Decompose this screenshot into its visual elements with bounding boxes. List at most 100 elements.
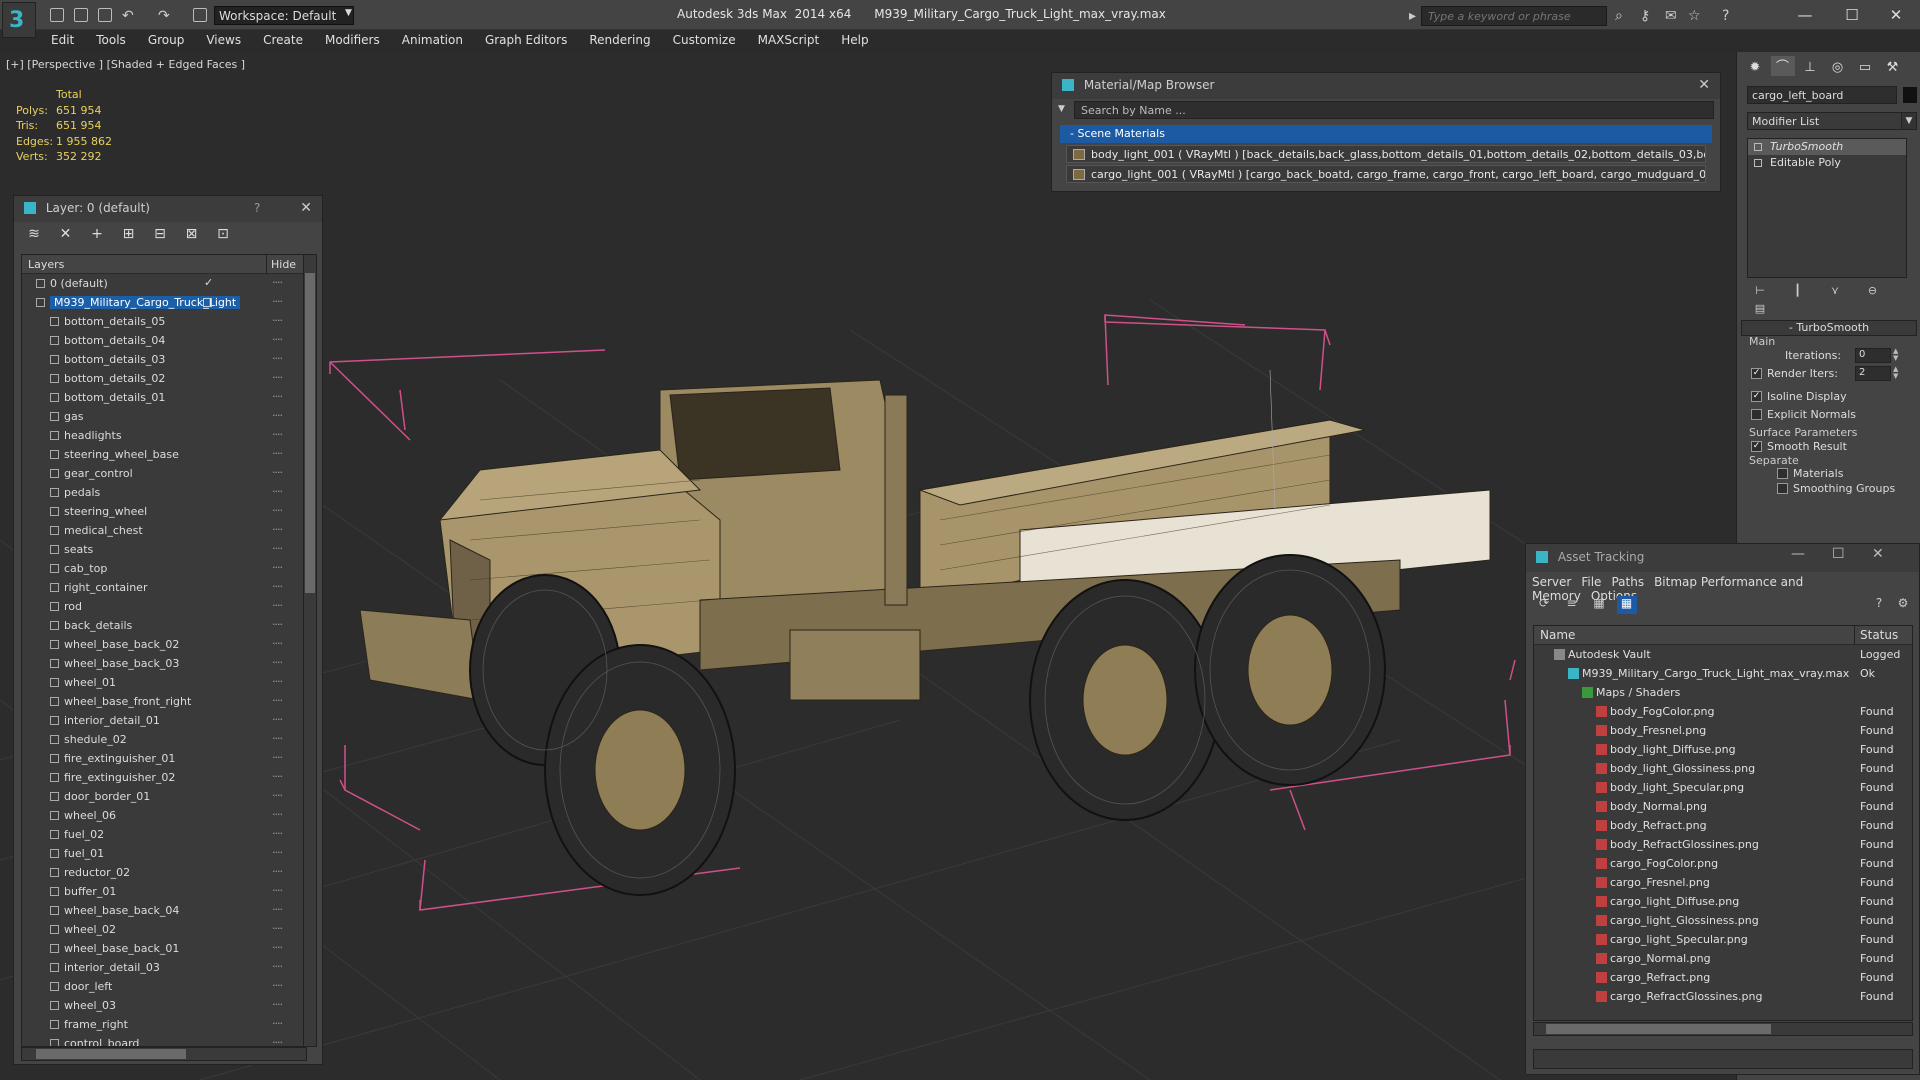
layer-row[interactable]: wheel_03 ···· [22, 996, 306, 1015]
iterations-spinner[interactable]: 0 [1855, 348, 1891, 363]
asset-row[interactable]: M939_Military_Cargo_Truck_Light_max_vray… [1534, 664, 1912, 683]
hide-toggle-icon[interactable]: ···· [272, 960, 283, 973]
workspace-dropdown[interactable]: Workspace: Default [214, 6, 354, 25]
asset-row[interactable]: cargo_Refract.png Found [1534, 968, 1912, 987]
layer-row[interactable]: back_details ···· [22, 616, 306, 635]
explicit-normals-checkbox[interactable] [1751, 409, 1762, 420]
maximize-button[interactable]: ☐ [1832, 3, 1872, 27]
layer-row[interactable]: fire_extinguisher_02 ···· [22, 768, 306, 787]
hide-toggle-icon[interactable]: ···· [272, 542, 283, 555]
layer-row[interactable]: reductor_02 ···· [22, 863, 306, 882]
layer-row[interactable]: medical_chest ···· [22, 521, 306, 540]
layer-row[interactable]: 0 (default) ✓ ···· [22, 274, 306, 293]
scrollbar-thumb[interactable] [305, 273, 315, 593]
viewport-label[interactable]: [+] [Perspective ] [Shaded + Edged Faces… [6, 58, 245, 71]
layer-row[interactable]: wheel_base_front_right ···· [22, 692, 306, 711]
menu-modifiers[interactable]: Modifiers [314, 31, 391, 49]
options-menu-icon[interactable]: ▼ [1058, 104, 1065, 114]
hide-toggle-icon[interactable]: ···· [272, 561, 283, 574]
hide-toggle-icon[interactable]: ···· [272, 409, 283, 422]
hide-toggle-icon[interactable]: ···· [272, 580, 283, 593]
menu-tools[interactable]: Tools [85, 31, 137, 49]
asset-tracking-titlebar[interactable]: Asset Tracking — ☐ ✕ [1526, 544, 1919, 572]
hide-toggle-icon[interactable]: ···· [272, 808, 283, 821]
layer-row[interactable]: wheel_base_back_01 ···· [22, 939, 306, 958]
layer-stack-icon[interactable]: ≋ [22, 226, 46, 246]
hide-toggle-icon[interactable]: ···· [272, 903, 283, 916]
asset-row[interactable]: body_light_Diffuse.png Found [1534, 740, 1912, 759]
hide-toggle-icon[interactable]: ···· [272, 713, 283, 726]
layer-row[interactable]: bottom_details_02 ···· [22, 369, 306, 388]
table-view-icon[interactable]: ▦ [1589, 596, 1609, 614]
set-current-layer-icon[interactable] [203, 298, 212, 307]
binoculars-icon[interactable]: ⌕ [1615, 8, 1623, 24]
asset-row[interactable]: Autodesk Vault Logged [1534, 645, 1912, 664]
add-layer-icon[interactable]: + [85, 226, 109, 246]
help-icon[interactable]: ? [1869, 596, 1889, 614]
select-objects-icon[interactable]: ⊟ [148, 226, 172, 246]
material-browser-titlebar[interactable]: Material/Map Browser ✕ [1052, 73, 1720, 99]
asset-row[interactable]: cargo_Fresnel.png Found [1534, 873, 1912, 892]
asset-row[interactable]: body_Refract.png Found [1534, 816, 1912, 835]
expand-icon[interactable] [1754, 159, 1762, 167]
hide-toggle-icon[interactable]: ···· [272, 922, 283, 935]
close-button[interactable]: ✕ [1876, 3, 1916, 27]
hide-toggle-icon[interactable]: ···· [272, 371, 283, 384]
hide-toggle-icon[interactable]: ···· [272, 295, 283, 308]
hide-toggle-icon[interactable]: ···· [272, 732, 283, 745]
hide-toggle-icon[interactable]: ···· [272, 276, 283, 289]
menu-graph-editors[interactable]: Graph Editors [474, 31, 578, 49]
asset-row[interactable]: cargo_light_Diffuse.png Found [1534, 892, 1912, 911]
asset-row[interactable]: cargo_RefractGlossines.png Found [1534, 987, 1912, 1006]
layer-row[interactable]: fire_extinguisher_01 ···· [22, 749, 306, 768]
motion-tab-icon[interactable]: ◎ [1826, 60, 1850, 80]
separate-smoothing-groups-checkbox[interactable] [1777, 483, 1788, 494]
hide-toggle-icon[interactable]: ···· [272, 333, 283, 346]
minimize-button[interactable]: — [1785, 3, 1825, 27]
layer-row[interactable]: wheel_base_back_02 ···· [22, 635, 306, 654]
asset-row[interactable]: body_FogColor.png Found [1534, 702, 1912, 721]
hide-toggle-icon[interactable]: ···· [272, 694, 283, 707]
stack-item-turbosmooth[interactable]: TurboSmooth [1748, 139, 1906, 155]
settings-icon[interactable]: ⚙ [1893, 596, 1913, 614]
help-icon[interactable]: ? [254, 201, 260, 215]
subscription-icon[interactable]: ⚷ [1640, 8, 1650, 24]
asset-row[interactable]: body_Fresnel.png Found [1534, 721, 1912, 740]
chevron-down-icon[interactable]: ▼ [1901, 112, 1917, 130]
scene-materials-group[interactable]: - Scene Materials [1060, 125, 1712, 143]
layer-row[interactable]: pedals ···· [22, 483, 306, 502]
show-end-result-icon[interactable]: ┃ [1785, 284, 1811, 302]
utilities-tab-icon[interactable]: ⚒ [1881, 60, 1905, 80]
project-folder-icon[interactable] [193, 8, 207, 22]
list-view-icon[interactable]: ≡ [1562, 596, 1582, 614]
layer-row[interactable]: M939_Military_Cargo_Truck_Light ···· [22, 293, 306, 312]
status-column-header[interactable]: Status [1860, 628, 1898, 642]
layer-row[interactable]: wheel_01 ···· [22, 673, 306, 692]
open-file-icon[interactable] [74, 8, 88, 22]
current-layer-check-icon[interactable]: ✓ [204, 276, 213, 289]
menu-edit[interactable]: Edit [40, 31, 85, 49]
hide-toggle-icon[interactable]: ···· [272, 1036, 283, 1046]
hide-toggle-icon[interactable]: ···· [272, 618, 283, 631]
hide-toggle-icon[interactable]: ···· [272, 751, 283, 764]
layer-row[interactable]: cab_top ···· [22, 559, 306, 578]
layer-row[interactable]: bottom_details_05 ···· [22, 312, 306, 331]
layer-row[interactable]: rod ···· [22, 597, 306, 616]
hide-toggle-icon[interactable]: ···· [272, 656, 283, 669]
minimize-icon[interactable]: — [1791, 546, 1805, 562]
asset-menu-server[interactable]: Server [1532, 575, 1571, 589]
layer-panel-titlebar[interactable]: Layer: 0 (default) ? ✕ [14, 196, 322, 222]
close-icon[interactable]: ✕ [300, 200, 312, 216]
smooth-result-checkbox[interactable]: ✓ [1751, 441, 1762, 452]
asset-row[interactable]: Maps / Shaders [1534, 683, 1912, 702]
menu-group[interactable]: Group [137, 31, 196, 49]
hide-toggle-icon[interactable]: ···· [272, 485, 283, 498]
layers-column-header[interactable]: Layers [28, 258, 64, 271]
menu-animation[interactable]: Animation [391, 31, 474, 49]
hierarchy-tab-icon[interactable]: ⊥ [1798, 60, 1822, 80]
hide-toggle-icon[interactable]: ···· [272, 504, 283, 517]
layer-row[interactable]: interior_detail_01 ···· [22, 711, 306, 730]
hide-toggle-icon[interactable]: ···· [272, 846, 283, 859]
separate-materials-checkbox[interactable] [1777, 468, 1788, 479]
asset-row[interactable]: cargo_Normal.png Found [1534, 949, 1912, 968]
